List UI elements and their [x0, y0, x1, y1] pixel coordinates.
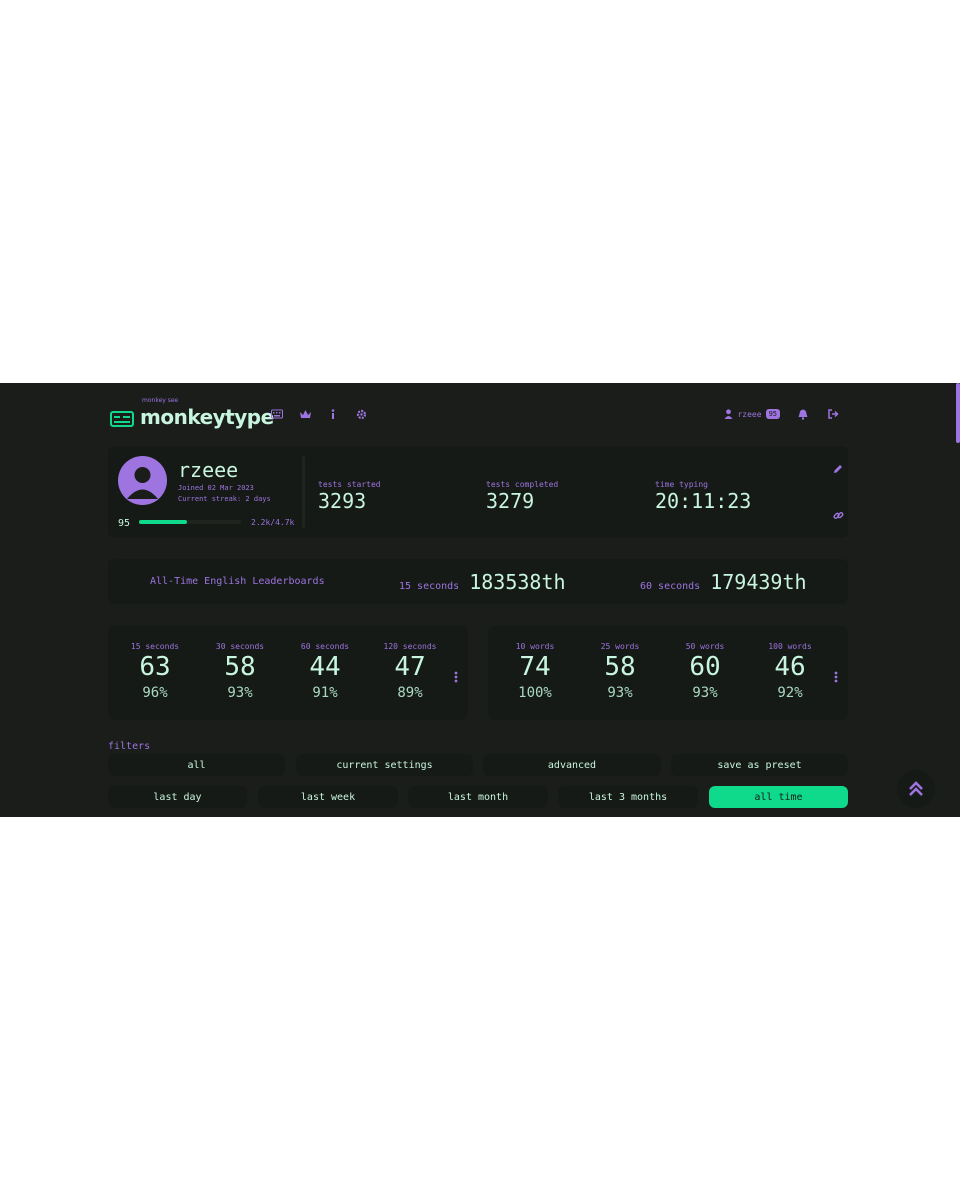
save-as-preset-button[interactable]: save as preset	[671, 754, 848, 776]
level-badge: 95	[765, 409, 780, 419]
stat-tests-started: tests started 3293	[318, 480, 381, 513]
filter-all-time-button[interactable]: all time	[709, 786, 848, 808]
more-options-icon[interactable]	[834, 668, 840, 687]
filters-label: filters	[108, 741, 151, 752]
pb-words-panel: 10 words 74 100% 25 words 58 93% 50 words 60 9…	[488, 626, 848, 720]
leaderboards-title: All-Time English Leaderboards	[150, 576, 325, 587]
more-options-icon[interactable]	[454, 668, 460, 687]
crown-icon[interactable]	[298, 407, 312, 421]
logo-keyboard-icon	[110, 411, 134, 427]
bell-icon[interactable]	[796, 407, 810, 421]
xp-bar	[139, 520, 241, 524]
profile-username: rzeee	[178, 458, 239, 482]
avatar	[118, 456, 167, 505]
filter-last-3-months-button[interactable]: last 3 months	[558, 786, 698, 808]
account-button[interactable]: rzeee 95	[724, 409, 780, 419]
xp-text: 2.2k/4.7k	[251, 518, 295, 527]
leaderboards-panel: All-Time English Leaderboards 15 seconds…	[108, 559, 848, 604]
pb-words-cell: 100 words 46 92%	[768, 642, 812, 701]
logo[interactable]: monkey see monkeytype	[110, 397, 274, 429]
logout-icon[interactable]	[826, 407, 840, 421]
pb-time-panel: 15 seconds 63 96% 30 seconds 58 93% 60 secon…	[108, 626, 468, 720]
app-window: monkey see monkeytype rzeee 95 rzeee Joi…	[0, 383, 960, 817]
stat-time-typing: time typing 20:11:23	[655, 480, 752, 513]
pb-words-cell: 25 words 58 93%	[600, 642, 640, 701]
pb-time-cell: 60 seconds 44 91%	[300, 642, 350, 701]
filter-all-button[interactable]: all	[108, 754, 285, 776]
double-chevron-up-icon	[909, 781, 923, 796]
leaderboard-60s: 60 seconds 179439th	[640, 570, 807, 594]
joined-date: Joined 02 Mar 2023	[178, 484, 254, 492]
edit-icon[interactable]	[832, 463, 844, 475]
scrollbar[interactable]	[956, 383, 960, 443]
logo-subtitle: monkey see	[142, 397, 179, 404]
pb-words-cell: 50 words 60 93%	[685, 642, 725, 701]
account-username: rzeee	[737, 409, 762, 419]
pb-time-cell: 15 seconds 63 96%	[130, 642, 180, 701]
pb-words-cell: 10 words 74 100%	[515, 642, 555, 701]
pb-time-cell: 30 seconds 58 93%	[215, 642, 265, 701]
link-icon[interactable]	[832, 509, 844, 521]
profile-level: 95	[118, 518, 131, 529]
info-icon[interactable]	[326, 407, 340, 421]
divider	[302, 456, 305, 528]
pb-time-cell: 120 seconds 47 89%	[383, 642, 437, 701]
gear-icon[interactable]	[354, 407, 368, 421]
profile-panel: rzeee Joined 02 Mar 2023 Current streak:…	[108, 446, 848, 538]
filter-last-day-button[interactable]: last day	[108, 786, 247, 808]
logo-title: monkeytype	[140, 405, 274, 429]
filter-current-settings-button[interactable]: current settings	[296, 754, 473, 776]
filter-last-week-button[interactable]: last week	[258, 786, 398, 808]
keyboard-icon[interactable]	[270, 407, 284, 421]
stat-tests-completed: tests completed 3279	[486, 480, 559, 513]
filter-last-month-button[interactable]: last month	[408, 786, 548, 808]
scroll-to-top-button[interactable]	[897, 770, 935, 808]
leaderboard-15s: 15 seconds 183538th	[399, 570, 566, 594]
current-streak: Current streak: 2 days	[178, 495, 271, 503]
user-icon	[724, 409, 733, 419]
filter-advanced-button[interactable]: advanced	[483, 754, 661, 776]
